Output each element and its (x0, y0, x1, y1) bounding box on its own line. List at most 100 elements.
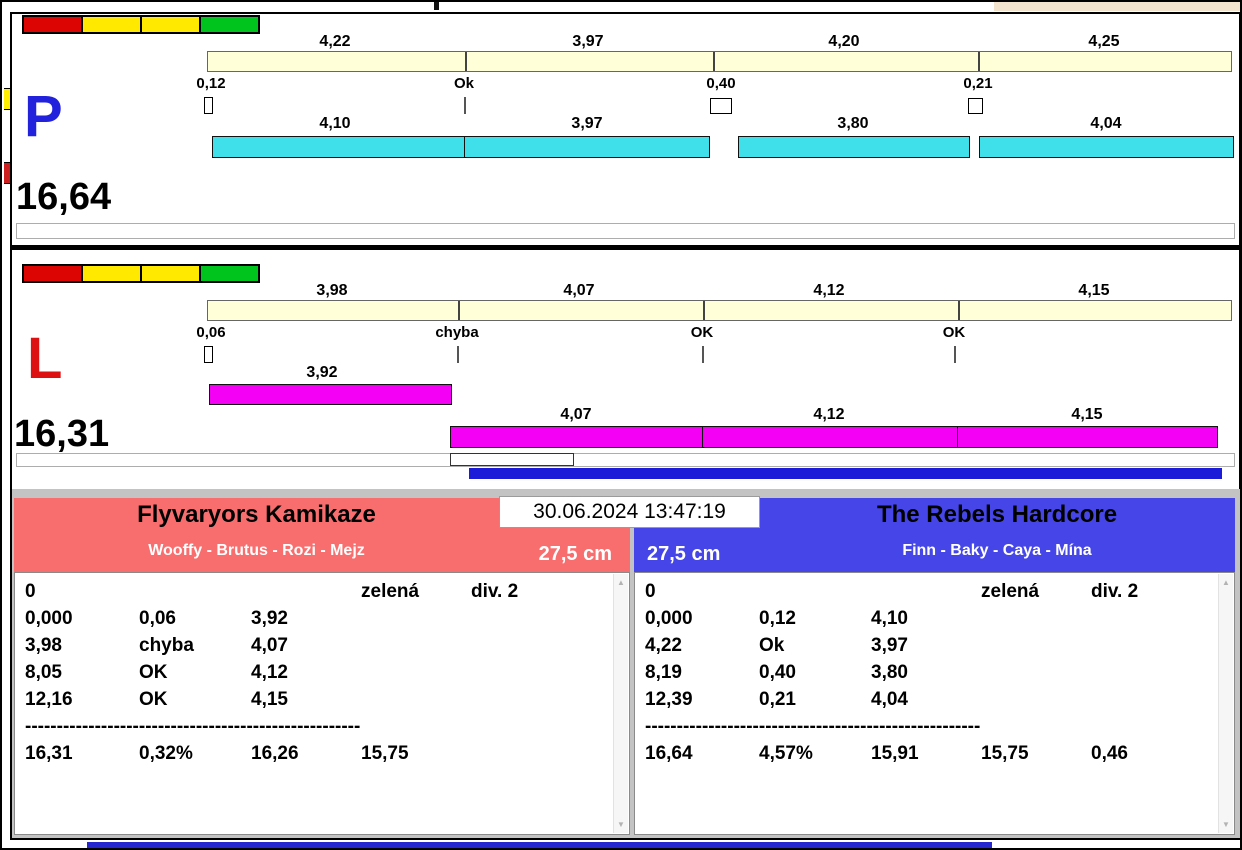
scroll-up-icon[interactable]: ▲ (1219, 578, 1233, 587)
segment-tick (458, 301, 460, 320)
run-split-label: 3,97 (571, 115, 603, 132)
summary-cell: 0,46 (1091, 743, 1128, 764)
segment-tick (703, 301, 705, 320)
lane-letter-l: L (27, 326, 63, 391)
team-name-left: Flyvaryors Kamikaze (137, 501, 376, 528)
change-marker-tick (457, 346, 459, 363)
result-cell: 8,19 (645, 662, 682, 683)
run-bar-segment (209, 384, 452, 405)
run-bar-segment (450, 426, 703, 448)
taskbar-fragment[interactable] (87, 842, 992, 848)
jump-height-right: 27,5 cm (647, 543, 721, 565)
window-edge-tick (434, 2, 439, 10)
result-cell: 4,10 (871, 608, 908, 629)
run-split-label: 4,04 (1090, 115, 1122, 132)
result-cell: 3,80 (871, 662, 908, 683)
run-split-label: 3,92 (306, 364, 338, 381)
scroll-up-icon[interactable]: ▲ (614, 578, 628, 587)
result-cell: OK (139, 689, 168, 710)
segment-tick (978, 52, 980, 71)
results-panel-right[interactable]: 0 zelená div. 2 0,000 0,12 4,10 4,22 Ok … (634, 572, 1235, 835)
result-cell: 0,40 (759, 662, 796, 683)
result-cell: 0,06 (139, 608, 176, 629)
reference-split-label: 4,07 (563, 282, 595, 299)
light-yellow-2 (140, 264, 201, 283)
scrollbar[interactable]: ▲ ▼ (1218, 574, 1233, 833)
reference-split-label: 4,25 (1088, 33, 1120, 50)
reference-split-label: 4,15 (1078, 282, 1110, 299)
run-bar-segment (979, 136, 1234, 158)
run-bar-segment (212, 136, 465, 158)
result-cell: OK (139, 662, 168, 683)
run-bar-segment (702, 426, 958, 448)
progress-bar-blue (469, 468, 1222, 479)
reference-split-label: 3,97 (572, 33, 604, 50)
light-green (199, 264, 260, 283)
result-cell: 0,000 (25, 608, 73, 629)
result-separator: ----------------------------------------… (25, 716, 361, 737)
change-marker-label: 0,40 (706, 75, 736, 92)
summary-cell: 16,26 (251, 743, 299, 764)
team-dogs-left: Wooffy - Brutus - Rozi - Mejz (148, 542, 365, 559)
result-cell: chyba (139, 635, 194, 656)
change-marker-tick (954, 346, 956, 363)
reference-split-label: 4,12 (813, 282, 845, 299)
run-bar-segment (464, 136, 710, 158)
top-strip (4, 2, 1240, 12)
result-cell: 4,15 (251, 689, 288, 710)
team-name-right: The Rebels Hardcore (876, 501, 1118, 528)
change-marker-tick (464, 97, 466, 114)
jump-height-left: 27,5 cm (538, 543, 612, 565)
summary-cell: 0,32% (139, 743, 193, 764)
summary-cell: 4,57% (759, 743, 813, 764)
lane-total-l: 16,31 (14, 413, 110, 455)
reference-split-label: 3,98 (316, 282, 348, 299)
result-cell: Ok (759, 635, 785, 656)
light-red (22, 264, 83, 283)
reference-bar-l (207, 300, 1232, 321)
light-yellow-1 (81, 15, 142, 34)
result-cell: 4,22 (645, 635, 682, 656)
result-cell: div. 2 (471, 581, 519, 602)
change-marker-label: OK (942, 324, 966, 341)
result-cell: 12,39 (645, 689, 693, 710)
change-marker-box (204, 97, 213, 114)
result-cell: zelená (361, 581, 420, 602)
summary-cell: 15,75 (981, 743, 1029, 764)
change-marker-label: OK (690, 324, 714, 341)
result-cell: 4,12 (251, 662, 288, 683)
result-cell: zelená (981, 581, 1040, 602)
result-cell: 3,97 (871, 635, 908, 656)
reference-split-label: 4,20 (828, 33, 860, 50)
light-yellow-2 (140, 15, 201, 34)
summary-cell: 15,75 (361, 743, 409, 764)
results-panel-left[interactable]: 0 zelená div. 2 0,000 0,06 3,92 3,98 chy… (14, 572, 630, 835)
result-cell: 0,000 (645, 608, 693, 629)
run-bar-segment (957, 426, 1218, 448)
light-red (22, 15, 83, 34)
run-split-label: 4,07 (560, 406, 592, 423)
result-cell: 4,07 (251, 635, 288, 656)
run-split-label: 4,15 (1071, 406, 1103, 423)
reference-bar-p (207, 51, 1232, 72)
start-lights-l (22, 264, 260, 283)
change-marker-label: 0,06 (196, 324, 226, 341)
result-cell: 0,12 (759, 608, 796, 629)
scroll-down-icon[interactable]: ▼ (614, 820, 628, 829)
screen: P 16,64 4,22 3,97 4,20 4,25 0,12 Ok 0,40… (0, 0, 1242, 850)
lane-total-p: 16,64 (16, 176, 112, 218)
result-cell: 0 (25, 581, 36, 602)
lane-letter-p: P (24, 84, 63, 149)
scrollbar[interactable]: ▲ ▼ (613, 574, 628, 833)
segment-tick (465, 52, 467, 71)
team-dogs-right: Finn - Baky - Caya - Mína (902, 542, 1092, 559)
result-cell: 8,05 (25, 662, 62, 683)
datetime-display: 30.06.2024 13:47:19 (499, 496, 760, 528)
start-lights-p (22, 15, 260, 34)
result-separator: ----------------------------------------… (645, 716, 981, 737)
run-split-label: 4,10 (319, 115, 351, 132)
run-bar-segment (738, 136, 970, 158)
scroll-down-icon[interactable]: ▼ (1219, 820, 1233, 829)
light-green (199, 15, 260, 34)
change-marker-box (968, 98, 983, 114)
